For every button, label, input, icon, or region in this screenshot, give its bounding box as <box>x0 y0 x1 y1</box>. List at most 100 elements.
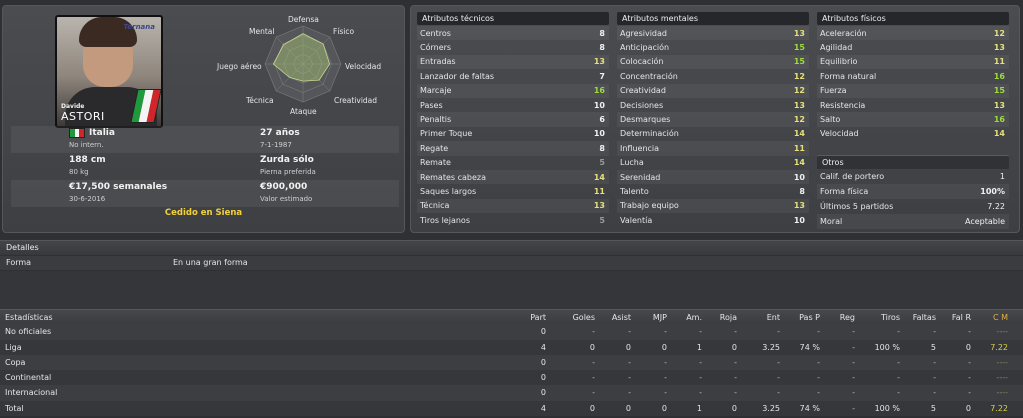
technical-attr-row[interactable]: Córners 8 <box>417 40 609 54</box>
mental-attr-row[interactable]: Decisiones 13 <box>617 98 809 112</box>
stats-cell: - <box>777 388 780 398</box>
stats-column-header[interactable]: Faltas <box>896 313 936 322</box>
attr-label: Aceleración <box>820 28 867 38</box>
contract-end: 30-6-2016 <box>69 195 106 203</box>
stats-cell: 7.22 <box>990 403 1008 413</box>
attr-value: 15 <box>993 86 1005 96</box>
attr-value: 11 <box>593 186 605 196</box>
stats-column-header[interactable]: Part <box>506 313 546 322</box>
stats-cell: - <box>664 357 667 367</box>
stats-cell: 0 <box>661 403 667 413</box>
mental-attr-row[interactable]: Trabajo equipo 13 <box>617 198 809 214</box>
stats-cell: - <box>592 327 595 337</box>
technical-attr-row[interactable]: Pases 10 <box>417 98 609 112</box>
attr-label: Técnica <box>420 201 450 211</box>
stats-cell: 3.25 <box>762 342 780 352</box>
mental-attr-row[interactable]: Colocación 15 <box>617 54 809 70</box>
mental-attr-row[interactable]: Creatividad 12 <box>617 83 809 98</box>
otros-value: 100% <box>980 187 1005 197</box>
physical-attr-row[interactable]: Equilibrio 11 <box>817 54 1009 70</box>
technical-attr-row[interactable]: Técnica 13 <box>417 198 609 214</box>
attr-label: Agilidad <box>820 43 853 53</box>
technical-attr-row[interactable]: Tiros lejanos 5 <box>417 213 609 227</box>
stats-cell: 4 <box>540 403 546 413</box>
physical-attr-row[interactable]: Resistencia 13 <box>817 98 1009 112</box>
physical-attr-row[interactable]: Salto 16 <box>817 112 1009 127</box>
stats-column-header[interactable]: C M <box>968 313 1008 322</box>
attr-label: Talento <box>620 186 649 196</box>
stats-column-header[interactable]: Fal R <box>931 313 971 322</box>
attr-label: Serenidad <box>620 172 661 182</box>
stats-column-header[interactable]: Asist <box>591 313 631 322</box>
otros-label: Moral <box>820 217 843 227</box>
technical-attr-row[interactable]: Penaltis 6 <box>417 112 609 127</box>
stats-cell: - <box>664 327 667 337</box>
technical-attr-row[interactable]: Centros 8 <box>417 26 609 41</box>
physical-attr-row[interactable]: Aceleración 12 <box>817 26 1009 41</box>
stats-cell: 0 <box>731 403 737 413</box>
stats-cell: ---- <box>996 327 1008 337</box>
stats-cell: - <box>817 388 820 398</box>
technical-attr-row[interactable]: Lanzador de faltas 7 <box>417 69 609 83</box>
mental-attr-row[interactable]: Influencia 11 <box>617 141 809 156</box>
physical-attr-row[interactable]: Fuerza 15 <box>817 83 1009 98</box>
stats-column-header[interactable]: Pas P <box>780 313 820 322</box>
otros-label: Últimos 5 partidos <box>820 202 894 212</box>
mental-attr-row[interactable]: Determinación 14 <box>617 127 809 141</box>
mental-attr-row[interactable]: Lucha 14 <box>617 156 809 170</box>
attr-label: Anticipación <box>620 43 670 53</box>
mental-attr-row[interactable]: Concentración 12 <box>617 69 809 83</box>
mental-attr-row[interactable]: Talento 8 <box>617 184 809 198</box>
stats-column-header[interactable]: Tiros <box>860 313 900 322</box>
attr-label: Equilibrio <box>820 57 858 67</box>
stats-column-header[interactable]: Roja <box>697 313 737 322</box>
technical-attr-row[interactable]: Primer Toque 10 <box>417 127 609 141</box>
mental-attr-row[interactable]: Anticipación 15 <box>617 40 809 54</box>
radar-label-juego-aereo: Juego aéreo <box>217 62 262 71</box>
loan-status-link[interactable]: Cedido en Siena <box>3 208 404 218</box>
mental-attr-row[interactable]: Agresividad 13 <box>617 26 809 41</box>
stats-cell: - <box>897 388 900 398</box>
statistics-table: Estadísticas Part Goles Asist MJP Am. Roja Ent P… <box>0 309 1023 417</box>
age: 27 años <box>260 128 300 138</box>
otros-list: Calif. de portero 1 Forma física 100% Último… <box>817 169 1009 230</box>
stats-column-header[interactable]: Reg <box>815 313 855 322</box>
attr-label: Remate <box>420 158 451 168</box>
physical-attr-row[interactable]: Agilidad 13 <box>817 40 1009 54</box>
mental-attr-row[interactable]: Desmarques 12 <box>617 112 809 127</box>
technical-attr-row[interactable]: Marcaje 16 <box>417 83 609 98</box>
mental-attr-row[interactable]: Serenidad 10 <box>617 169 809 185</box>
technical-attr-row[interactable]: Regate 8 <box>417 141 609 156</box>
stats-cell: 0 <box>589 342 595 352</box>
player-last-name: ASTORI <box>61 110 105 123</box>
technical-attr-row[interactable]: Remates cabeza 14 <box>417 169 609 185</box>
stats-cell: - <box>817 373 820 383</box>
attr-label: Resistencia <box>820 100 866 110</box>
attr-value: 12 <box>793 86 805 96</box>
attr-value: 13 <box>793 201 805 211</box>
technical-attr-row[interactable]: Entradas 13 <box>417 54 609 70</box>
physical-attr-row[interactable]: Velocidad 14 <box>817 127 1009 141</box>
stats-row: Copa 0- - - - - - - - - - - ---- <box>0 354 1023 371</box>
stats-column-header[interactable]: Goles <box>555 313 595 322</box>
attr-value: 6 <box>599 115 605 125</box>
attributes-panel: Atributos técnicos Centros 8 Córners 8 Entra… <box>410 5 1020 233</box>
attr-value: 15 <box>793 43 805 53</box>
stats-cell: - <box>699 327 702 337</box>
stats-column-header[interactable]: MJP <box>627 313 667 322</box>
physical-attr-row[interactable]: Forma natural 16 <box>817 69 1009 83</box>
stats-column-header[interactable]: Ent <box>740 313 780 322</box>
mental-attr-row[interactable]: Valentía 10 <box>617 213 809 227</box>
attr-label: Remates cabeza <box>420 172 486 182</box>
info-row-contract: €17,500 semanales 30-6-2016 €900,000 Val… <box>11 180 399 207</box>
attr-label: Decisiones <box>620 100 664 110</box>
technical-attr-row[interactable]: Remate 5 <box>417 156 609 170</box>
italy-flag-icon <box>69 128 85 138</box>
stats-cell: - <box>777 327 780 337</box>
wage: €17,500 semanales <box>69 182 168 192</box>
stats-column-header[interactable]: Am. <box>662 313 702 322</box>
attr-label: Penaltis <box>420 115 452 125</box>
technical-attr-row[interactable]: Saques largos 11 <box>417 184 609 198</box>
stats-cell: 0 <box>965 342 971 352</box>
attr-value: 10 <box>793 215 805 225</box>
